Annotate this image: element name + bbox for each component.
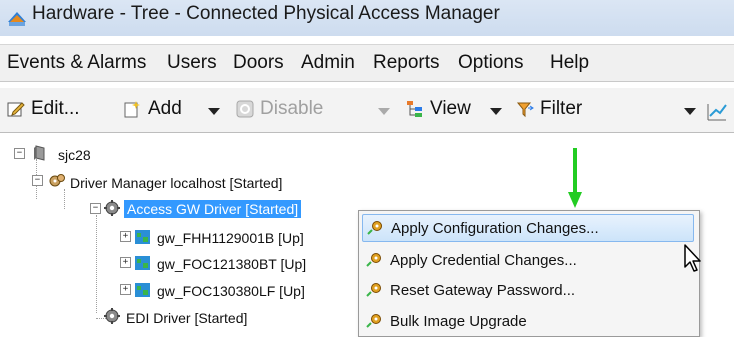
gear-icon	[104, 308, 120, 324]
disable-label: Disable	[260, 98, 324, 119]
annotation-arrow-icon	[568, 148, 582, 208]
filter-label: Filter	[540, 98, 583, 119]
menu-users[interactable]: Users	[167, 52, 217, 74]
menu-item-apply-credential[interactable]: Apply Credential Changes...	[362, 246, 694, 274]
menu-admin[interactable]: Admin	[301, 52, 355, 74]
add-dropdown-icon[interactable]	[208, 108, 220, 115]
title-bar: Hardware - Tree - Connected Physical Acc…	[0, 0, 734, 36]
gateway-icon	[135, 283, 150, 297]
gear-icon	[104, 200, 120, 216]
tree-node-gateway-1[interactable]: gw_FHH1129001B [Up]	[157, 230, 304, 246]
expand-icon[interactable]: +	[120, 257, 131, 268]
menu-item-label: Bulk Image Upgrade	[390, 312, 527, 330]
add-icon	[124, 101, 140, 118]
tree-node-access-gw-driver[interactable]: Access GW Driver [Started]	[124, 200, 302, 218]
bulk-upgrade-icon	[366, 314, 381, 328]
server-icon	[34, 145, 45, 161]
window-title: Hardware - Tree - Connected Physical Acc…	[32, 3, 500, 24]
disable-button[interactable]: Disable	[236, 98, 323, 120]
reset-password-icon	[366, 283, 381, 297]
driver-manager-icon	[49, 174, 65, 187]
gateway-icon	[135, 230, 150, 244]
tree-connector	[96, 215, 97, 313]
toolbar: Edit... Add Disable View Filter	[0, 88, 734, 133]
edit-button[interactable]: Edit...	[7, 98, 80, 120]
disable-dropdown-icon[interactable]	[378, 108, 390, 115]
tree-node-gateway-2[interactable]: gw_FOC121380BT [Up]	[157, 256, 306, 272]
menu-reports[interactable]: Reports	[373, 52, 440, 74]
view-dropdown-icon[interactable]	[490, 108, 502, 115]
tree-node-edi-driver[interactable]: EDI Driver [Started]	[126, 310, 247, 326]
apply-config-icon	[367, 221, 382, 235]
view-label: View	[430, 98, 471, 119]
mouse-cursor-icon	[684, 244, 701, 272]
menu-item-label: Reset Gateway Password...	[390, 281, 576, 299]
edit-icon	[7, 102, 25, 117]
menu-bar: Events & Alarms Users Doors Admin Report…	[0, 44, 734, 82]
edit-label: Edit...	[31, 98, 80, 119]
menu-doors[interactable]: Doors	[233, 52, 284, 74]
collapse-icon[interactable]: −	[90, 203, 101, 214]
filter-dropdown-icon[interactable]	[684, 108, 696, 115]
collapse-icon[interactable]: −	[14, 148, 25, 159]
tree-connector	[64, 189, 65, 209]
view-tree-icon	[407, 101, 422, 117]
filter-button[interactable]: Filter	[516, 98, 582, 120]
menu-item-apply-configuration[interactable]: Apply Configuration Changes...	[362, 214, 694, 242]
disable-icon	[236, 100, 254, 118]
app-icon	[8, 12, 26, 26]
gateway-icon	[135, 256, 150, 270]
menu-options[interactable]: Options	[458, 52, 523, 74]
expand-icon[interactable]: +	[120, 231, 131, 242]
menu-item-bulk-image-upgrade[interactable]: Bulk Image Upgrade	[362, 307, 694, 335]
tree-node-root[interactable]: sjc28	[58, 147, 91, 163]
menu-item-reset-password[interactable]: Reset Gateway Password...	[362, 276, 694, 304]
context-menu: Apply Configuration Changes... Apply Cre…	[358, 210, 700, 337]
menu-help[interactable]: Help	[550, 52, 734, 74]
menu-item-label: Apply Configuration Changes...	[391, 219, 599, 237]
tree-node-gateway-3[interactable]: gw_FOC130380LF [Up]	[157, 283, 305, 299]
menu-events-alarms[interactable]: Events & Alarms	[7, 52, 146, 74]
tree-node-driver-manager[interactable]: Driver Manager localhost [Started]	[70, 175, 282, 191]
collapse-icon[interactable]: −	[32, 175, 43, 186]
menu-item-label: Apply Credential Changes...	[390, 251, 577, 269]
expand-icon[interactable]: +	[120, 284, 131, 295]
filter-icon	[516, 102, 534, 118]
add-label: Add	[148, 98, 182, 119]
chart-icon[interactable]	[706, 100, 728, 122]
apply-credential-icon	[366, 253, 381, 267]
add-button[interactable]: Add	[124, 98, 182, 120]
view-button[interactable]: View	[406, 98, 471, 120]
